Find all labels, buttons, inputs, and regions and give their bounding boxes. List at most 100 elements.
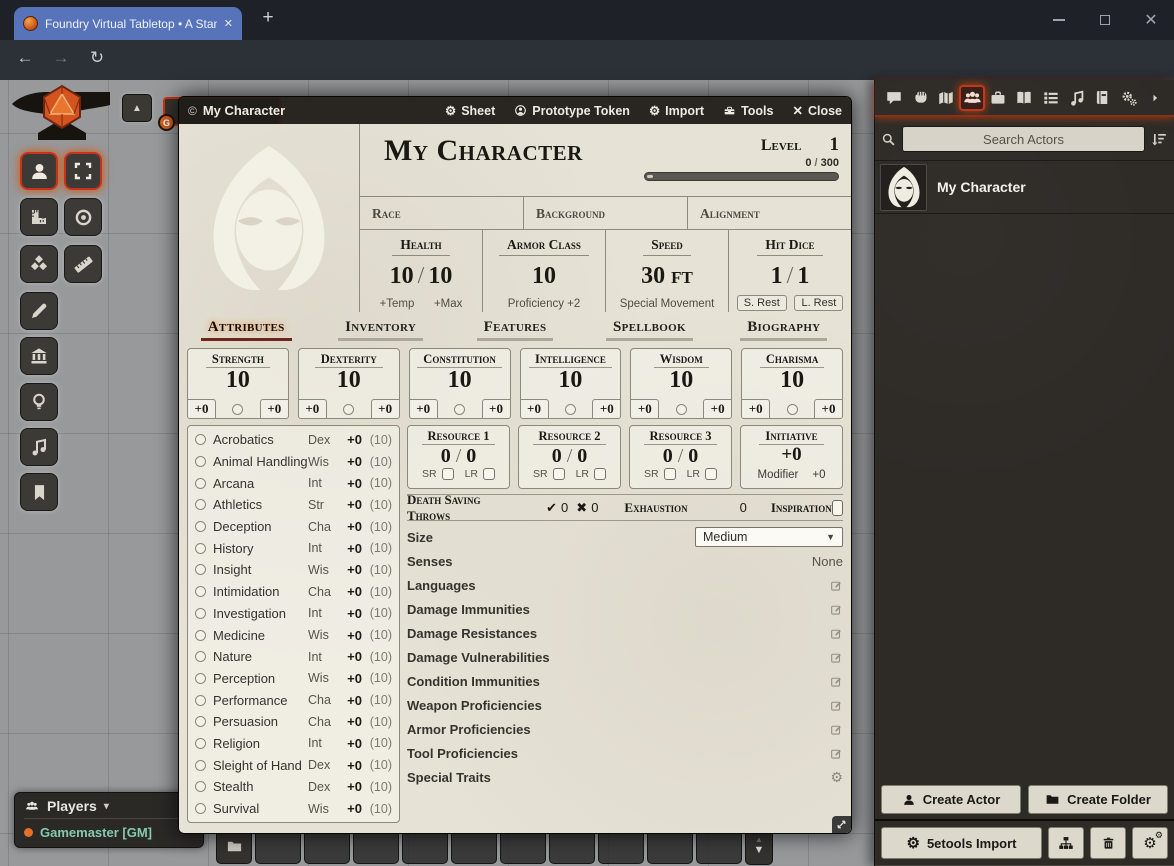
tab-actors[interactable] bbox=[959, 85, 985, 111]
skill-name[interactable]: Arcana bbox=[213, 476, 308, 491]
skill-proficiency-radio[interactable] bbox=[195, 608, 206, 619]
skill-row[interactable]: Investigation Int +0 (10) bbox=[195, 603, 392, 625]
tools-button[interactable]: Tools bbox=[723, 104, 773, 118]
skill-proficiency-radio[interactable] bbox=[195, 738, 206, 749]
resource-card[interactable]: Resource 3 0/0 SR LR bbox=[629, 425, 732, 489]
skill-row[interactable]: Performance Cha +0 (10) bbox=[195, 689, 392, 711]
ability-check-mod[interactable]: +0 bbox=[814, 399, 843, 419]
death-fail-icon[interactable]: ✖ bbox=[576, 500, 587, 516]
skill-name[interactable]: Animal Handling bbox=[213, 454, 308, 469]
skill-row[interactable]: Insight Wis +0 (10) bbox=[195, 559, 392, 581]
tab-features[interactable]: Features bbox=[448, 318, 582, 341]
skill-proficiency-radio[interactable] bbox=[195, 499, 206, 510]
window-maximize-button[interactable] bbox=[1082, 0, 1128, 40]
armor-class-vital[interactable]: Armor Class 10 Proficiency +2 bbox=[482, 230, 605, 312]
ruler-tool-button[interactable] bbox=[64, 245, 102, 283]
tab-combat[interactable] bbox=[907, 85, 933, 111]
edit-icon[interactable] bbox=[830, 651, 843, 664]
ability-proficiency-radio[interactable] bbox=[676, 404, 687, 415]
actor-name[interactable]: My Character bbox=[937, 179, 1026, 195]
ability-check-mod[interactable]: +0 bbox=[260, 399, 289, 419]
ability-check-mod[interactable]: +0 bbox=[371, 399, 400, 419]
measure-templates-button[interactable] bbox=[20, 198, 58, 236]
token-controls-button[interactable] bbox=[20, 152, 58, 190]
actor-list-item[interactable]: My Character bbox=[875, 160, 1174, 214]
tab-biography[interactable]: Biography bbox=[717, 318, 851, 341]
create-actor-button[interactable]: Create Actor bbox=[881, 785, 1021, 814]
skill-name[interactable]: Perception bbox=[213, 671, 308, 686]
import-button[interactable]: ⚙Import bbox=[649, 103, 704, 118]
skill-name[interactable]: Religion bbox=[213, 736, 308, 751]
skill-proficiency-radio[interactable] bbox=[195, 651, 206, 662]
skill-proficiency-radio[interactable] bbox=[195, 564, 206, 575]
skill-row[interactable]: Arcana Int +0 (10) bbox=[195, 472, 392, 494]
skill-name[interactable]: Sleight of Hand bbox=[213, 758, 308, 773]
skill-row[interactable]: Sleight of Hand Dex +0 (10) bbox=[195, 754, 392, 776]
long-rest-checkbox[interactable] bbox=[594, 468, 606, 480]
edit-icon[interactable] bbox=[830, 579, 843, 592]
skill-proficiency-radio[interactable] bbox=[195, 716, 206, 727]
short-rest-checkbox[interactable] bbox=[553, 468, 565, 480]
inspiration-checkbox[interactable] bbox=[832, 500, 843, 516]
skill-row[interactable]: History Int +0 (10) bbox=[195, 537, 392, 559]
ability-card[interactable]: Strength 10 +0 +0 bbox=[187, 348, 289, 419]
tab-chat[interactable] bbox=[881, 85, 907, 111]
long-rest-checkbox[interactable] bbox=[483, 468, 495, 480]
create-folder-button[interactable]: Create Folder bbox=[1028, 785, 1168, 814]
skill-name[interactable]: Stealth bbox=[213, 779, 308, 794]
initiative-card[interactable]: Initiative +0 Modifier+0 bbox=[740, 425, 843, 489]
skill-proficiency-radio[interactable] bbox=[195, 586, 206, 597]
skill-proficiency-radio[interactable] bbox=[195, 630, 206, 641]
sort-icon[interactable] bbox=[1151, 131, 1168, 148]
skill-name[interactable]: Acrobatics bbox=[213, 432, 308, 447]
ability-check-mod[interactable]: +0 bbox=[482, 399, 511, 419]
players-header[interactable]: Players ▾ bbox=[24, 798, 194, 819]
exhaustion-value[interactable]: 0 bbox=[740, 500, 747, 515]
ability-save-mod[interactable]: +0 bbox=[520, 399, 549, 419]
skill-name[interactable]: Investigation bbox=[213, 606, 308, 621]
skill-name[interactable]: Deception bbox=[213, 519, 308, 534]
note-controls-button[interactable] bbox=[20, 473, 58, 511]
skill-row[interactable]: Religion Int +0 (10) bbox=[195, 733, 392, 755]
skill-name[interactable]: Insight bbox=[213, 562, 308, 577]
foundry-logo[interactable] bbox=[6, 84, 118, 146]
tab-tables[interactable] bbox=[1038, 85, 1064, 111]
tab-attributes[interactable]: Attributes bbox=[179, 318, 313, 341]
health-vital[interactable]: Health 10/10 +Temp+Max bbox=[360, 230, 482, 312]
death-success-count[interactable]: 0 bbox=[561, 500, 568, 515]
scene-nav-toggle[interactable]: ▲ bbox=[122, 94, 152, 122]
skill-proficiency-radio[interactable] bbox=[195, 695, 206, 706]
skill-name[interactable]: History bbox=[213, 541, 308, 556]
resource-card[interactable]: Resource 1 0/0 SR LR bbox=[407, 425, 510, 489]
skill-proficiency-radio[interactable] bbox=[195, 760, 206, 771]
new-tab-button[interactable]: + bbox=[254, 4, 282, 32]
page-down-icon[interactable]: ▼ bbox=[754, 845, 765, 855]
skill-row[interactable]: Nature Int +0 (10) bbox=[195, 646, 392, 668]
skill-row[interactable]: Animal Handling Wis +0 (10) bbox=[195, 451, 392, 473]
tile-controls-button[interactable] bbox=[20, 245, 58, 283]
actor-avatar[interactable] bbox=[880, 164, 927, 211]
ability-save-mod[interactable]: +0 bbox=[630, 399, 659, 419]
ability-card[interactable]: Constitution 10 +0 +0 bbox=[409, 348, 511, 419]
players-panel[interactable]: Players ▾ Gamemaster [GM] bbox=[14, 792, 204, 848]
skill-row[interactable]: Perception Wis +0 (10) bbox=[195, 668, 392, 690]
forward-button[interactable]: → bbox=[48, 48, 74, 73]
speed-vital[interactable]: Speed 30 ft Special Movement bbox=[605, 230, 728, 312]
tab-scenes[interactable] bbox=[933, 85, 959, 111]
ability-proficiency-radio[interactable] bbox=[232, 404, 243, 415]
skill-proficiency-radio[interactable] bbox=[195, 478, 206, 489]
skill-row[interactable]: Intimidation Cha +0 (10) bbox=[195, 581, 392, 603]
ability-proficiency-radio[interactable] bbox=[454, 404, 465, 415]
skill-row[interactable]: Acrobatics Dex +0 (10) bbox=[195, 429, 392, 451]
skill-proficiency-radio[interactable] bbox=[195, 456, 206, 467]
prototype-token-button[interactable]: Prototype Token bbox=[514, 104, 630, 118]
tab-spellbook[interactable]: Spellbook bbox=[582, 318, 716, 341]
reload-button[interactable]: ↻ bbox=[84, 48, 110, 73]
delete-button[interactable] bbox=[1090, 827, 1126, 859]
tab-journal[interactable] bbox=[1011, 85, 1037, 111]
resource-card[interactable]: Resource 2 0/0 SR LR bbox=[518, 425, 621, 489]
character-sheet-window[interactable]: © My Character ⚙Sheet Prototype Token ⚙I… bbox=[178, 96, 852, 834]
game-canvas[interactable]: ▲ G bbox=[0, 80, 1174, 866]
sound-controls-button[interactable] bbox=[20, 428, 58, 466]
ability-save-mod[interactable]: +0 bbox=[298, 399, 327, 419]
